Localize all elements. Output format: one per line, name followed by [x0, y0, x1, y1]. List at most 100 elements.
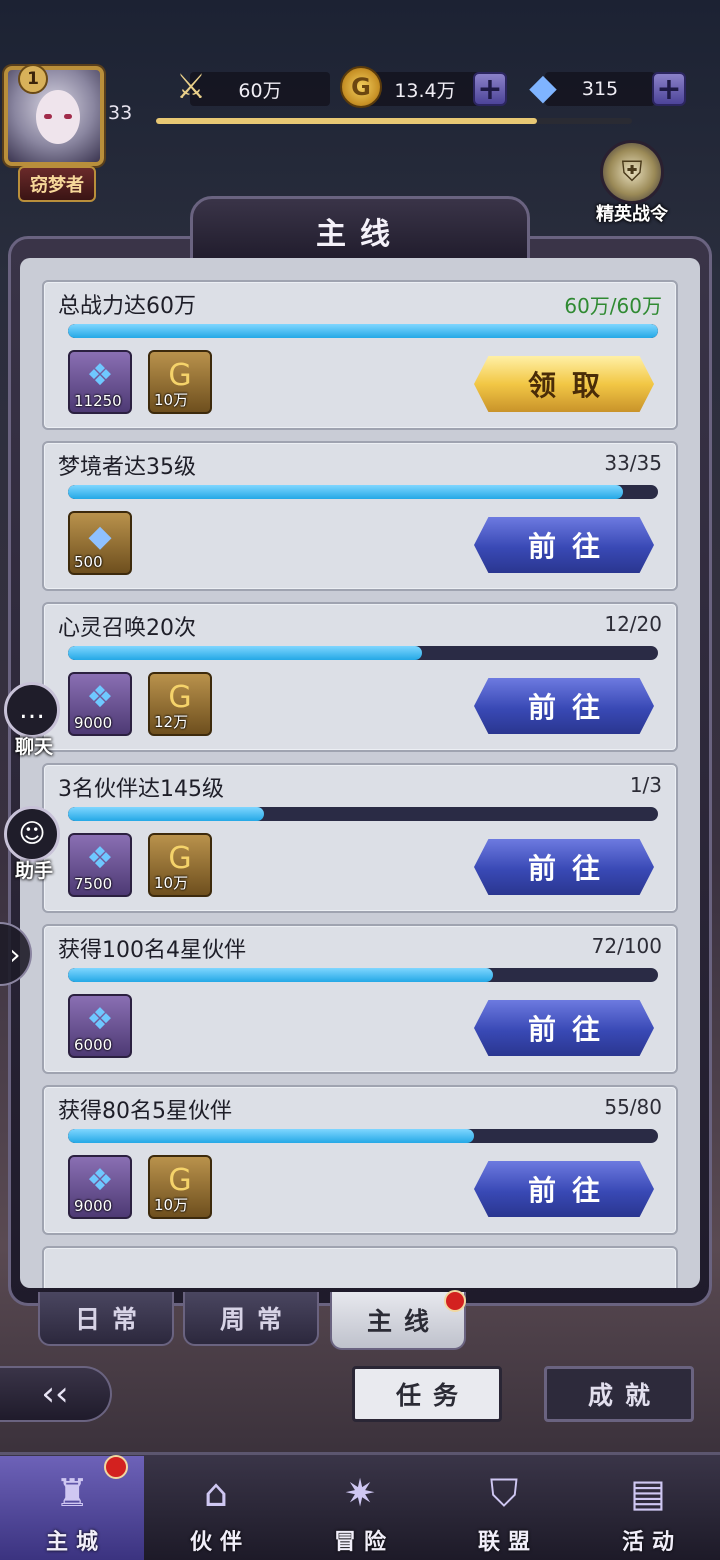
helper-label: 助手 [14, 860, 53, 882]
quest-name: 获得100名4星伙伴 [58, 938, 246, 963]
quest-progress-fill [68, 485, 623, 499]
quest-progress-bar [68, 968, 658, 982]
crystal-icon: ❖ [86, 1001, 114, 1037]
quest-progress-fill [68, 807, 265, 821]
back-button[interactable]: ‹‹ [0, 1366, 112, 1422]
avatar-eye-right [64, 114, 72, 119]
reward-item[interactable]: ❖ 9000 [68, 672, 132, 736]
quest-name: 获得80名5星伙伴 [58, 1099, 232, 1124]
achievements-button[interactable]: 成就 [544, 1366, 694, 1422]
reward-item[interactable]: ◆ 500 [68, 511, 132, 575]
chat-label: 聊天 [14, 736, 53, 758]
claim-button[interactable]: 领取 [474, 356, 654, 412]
tasks-button[interactable]: 任务 [352, 1366, 502, 1422]
go-button[interactable]: 前往 [474, 839, 654, 895]
quest-name: 3名伙伴达145级 [58, 777, 224, 802]
quest-card: 心灵召唤20次 12/20 ❖ 9000 G 12万 前往 [42, 602, 678, 752]
exp-bar [156, 118, 632, 124]
reward-amount: 10万 [154, 874, 189, 892]
gold-coin-icon: G [168, 1162, 192, 1198]
quest-progress-text: 1/3 [629, 773, 662, 797]
elite-pass-icon: ⛨ [600, 140, 664, 204]
reward-amount: 500 [74, 553, 103, 571]
reward-item[interactable]: G 10万 [148, 1155, 212, 1219]
player-level: 33 [108, 102, 133, 124]
compass-icon: ✷ [344, 1471, 376, 1515]
top-hud: 1 33 窃梦者 60万 ⚔ 13.4万 G + 315 ◆ + ⛨ 精英战令 [0, 0, 720, 225]
panel-title: 主线 [316, 217, 404, 252]
reward-item[interactable]: ❖ 6000 [68, 994, 132, 1058]
reward-amount: 11250 [74, 392, 122, 410]
chat-button[interactable]: … 聊天 [4, 682, 64, 759]
chevron-right-icon: › [9, 937, 21, 971]
tab-weekly[interactable]: 周常 [183, 1292, 319, 1346]
nav-item-1[interactable]: ⌂ 伙伴 [144, 1456, 288, 1560]
reward-amount: 10万 [154, 1196, 189, 1214]
quest-progress-text: 60万/60万 [564, 294, 662, 318]
elite-pass-label: 精英战令 [596, 204, 668, 225]
reward-amount: 6000 [74, 1036, 113, 1054]
quest-card: 总战力达60万 60万/60万 ❖ 11250 G 10万 领取 [42, 280, 678, 430]
avatar-eye-left [44, 114, 52, 119]
quest-card: 梦境者达35级 33/35 ◆ 500 前往 [42, 441, 678, 591]
reward-amount: 12万 [154, 713, 189, 731]
quest-progress-fill [68, 968, 493, 982]
nav-label: 伙伴 [189, 1530, 250, 1555]
reward-amount: 9000 [74, 1197, 113, 1215]
quest-progress-bar [68, 485, 658, 499]
quest-progress-fill [68, 1129, 474, 1143]
quest-progress-bar [68, 807, 658, 821]
go-button[interactable]: 前往 [474, 678, 654, 734]
chat-bubble-icon: … [4, 682, 60, 738]
nav-item-3[interactable]: ⛉ 联盟 [432, 1456, 576, 1560]
quest-card: 3名伙伴达145级 1/3 ❖ 7500 G 10万 前往 [42, 763, 678, 913]
add-gem-button[interactable]: + [652, 72, 686, 107]
quest-progress-fill [68, 646, 422, 660]
panel-header: 主线 [190, 196, 530, 266]
nav-item-2[interactable]: ✷ 冒险 [288, 1456, 432, 1560]
elite-pass-button[interactable]: ⛨ 精英战令 [592, 140, 672, 225]
quest-card: 获得80名5星伙伴 55/80 ❖ 9000 G 10万 前往 [42, 1085, 678, 1235]
nav-label: 主城 [45, 1530, 106, 1555]
quest-progress-bar [68, 646, 658, 660]
nav-item-4[interactable]: ▤ 活动 [576, 1456, 720, 1560]
quest-name: 总战力达60万 [58, 294, 196, 319]
avatar-portrait [36, 90, 80, 144]
quest-card: 获得100名4星伙伴 72/100 ❖ 6000 前往 [42, 924, 678, 1074]
go-button[interactable]: 前往 [474, 1000, 654, 1056]
nav-label: 冒险 [333, 1530, 394, 1555]
gold-coin-icon: G [168, 840, 192, 876]
quest-list[interactable]: 总战力达60万 60万/60万 ❖ 11250 G 10万 领取梦境者达35级 33… [20, 258, 700, 1288]
crystal-icon: ❖ [86, 357, 114, 393]
quest-progress-text: 55/80 [604, 1095, 662, 1119]
nav-notification-dot [104, 1455, 128, 1479]
gold-coin-icon: G [340, 66, 382, 108]
helper-button[interactable]: ☺ 助手 [4, 806, 64, 883]
quest-progress-bar [68, 324, 658, 338]
go-button[interactable]: 前往 [474, 1161, 654, 1217]
reward-item[interactable]: G 10万 [148, 833, 212, 897]
quest-progress-bar [68, 1129, 658, 1143]
reward-item[interactable]: ❖ 9000 [68, 1155, 132, 1219]
avatar-rank-badge: 1 [18, 64, 48, 94]
helper-avatar-icon: ☺ [4, 806, 60, 862]
crystal-icon: ❖ [86, 679, 114, 715]
tab-main-notification-dot [444, 1290, 466, 1312]
gold-coin-icon: G [168, 679, 192, 715]
shield-icon: ⛉ [489, 1470, 519, 1515]
tab-daily[interactable]: 日常 [38, 1292, 174, 1346]
quest-name: 心灵召唤20次 [58, 616, 196, 641]
quest-name: 梦境者达35级 [58, 455, 196, 480]
reward-item[interactable]: G 10万 [148, 350, 212, 414]
add-gold-button[interactable]: + [473, 72, 507, 107]
quest-card-partial [42, 1246, 678, 1288]
sword-icon: ⚔ [175, 67, 207, 107]
reward-item[interactable]: ❖ 7500 [68, 833, 132, 897]
reward-item[interactable]: G 12万 [148, 672, 212, 736]
quest-progress-text: 33/35 [604, 451, 662, 475]
exp-bar-fill [156, 118, 537, 124]
go-button[interactable]: 前往 [474, 517, 654, 573]
quest-progress-text: 12/20 [604, 612, 662, 636]
reward-item[interactable]: ❖ 11250 [68, 350, 132, 414]
cards-icon: ▤ [630, 1471, 666, 1515]
